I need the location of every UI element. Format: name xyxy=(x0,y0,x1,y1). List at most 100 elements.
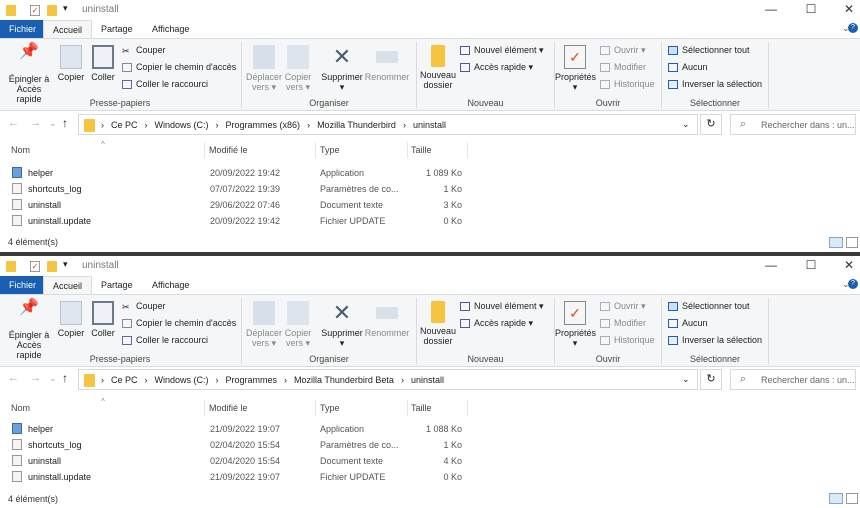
maximize-button[interactable]: ☐ xyxy=(796,258,826,272)
tab-fichier[interactable]: Fichier xyxy=(0,276,46,294)
column-header-modifie[interactable]: Modifié le xyxy=(209,403,248,413)
up-button[interactable]: ↑ xyxy=(62,371,68,385)
invert-selection-button[interactable]: Inverser la sélection xyxy=(668,335,762,346)
column-header-taille[interactable]: Taille xyxy=(411,145,432,155)
column-header-modifie[interactable]: Modifié le xyxy=(209,145,248,155)
quick-access-button[interactable]: Accès rapide ▾ xyxy=(460,62,533,73)
search-input[interactable]: ⌕ Rechercher dans : un... xyxy=(730,114,856,135)
copy-button[interactable]: Copier xyxy=(57,45,85,82)
close-button[interactable]: ✕ xyxy=(834,258,860,272)
modify-button[interactable]: Modifier xyxy=(600,62,646,73)
details-view-button[interactable] xyxy=(829,237,843,248)
large-icons-view-button[interactable] xyxy=(846,493,858,504)
column-header-taille[interactable]: Taille xyxy=(411,403,432,413)
breadcrumb-item[interactable]: Mozilla Thunderbird xyxy=(317,120,396,130)
breadcrumb-item[interactable]: uninstall xyxy=(411,375,444,385)
help-icon[interactable]: ? xyxy=(848,279,858,289)
address-dropdown-icon[interactable]: ⌄ xyxy=(682,119,690,130)
pin-quick-access-button[interactable]: 📌 Épingler à Accès rapide xyxy=(3,44,55,105)
properties-quick-icon[interactable]: ✓ xyxy=(30,5,40,16)
select-none-button[interactable]: Aucun xyxy=(668,318,708,329)
breadcrumb-item[interactable]: Programmes xyxy=(226,375,278,385)
address-bar[interactable]: › Ce PC › Windows (C:) › Programmes › Mozilla T… xyxy=(78,369,698,390)
select-all-button[interactable]: Sélectionner tout xyxy=(668,45,750,56)
help-icon[interactable]: ? xyxy=(848,23,858,33)
paste-button[interactable]: Coller xyxy=(89,301,117,338)
rename-button[interactable]: Renommer xyxy=(364,45,410,82)
minimize-button[interactable]: — xyxy=(756,2,786,16)
breadcrumb-item[interactable]: Ce PC xyxy=(111,375,138,385)
refresh-button[interactable]: ↻ xyxy=(700,114,722,135)
copy-to-button[interactable]: Copier vers ▾ xyxy=(283,45,313,92)
forward-button[interactable]: → xyxy=(30,117,41,129)
details-view-button[interactable] xyxy=(829,493,843,504)
move-to-button[interactable]: Déplacer vers ▾ xyxy=(245,301,283,348)
file-row[interactable]: uninstall.update 21/09/2022 19:07 Fichie… xyxy=(0,469,470,485)
search-input[interactable]: ⌕ Rechercher dans : un... xyxy=(730,369,856,390)
file-row[interactable]: uninstall 02/04/2020 15:54 Document text… xyxy=(0,453,470,469)
column-header-nom[interactable]: Nom xyxy=(11,145,30,155)
select-all-button[interactable]: Sélectionner tout xyxy=(668,301,750,312)
recent-locations-button[interactable]: ⌄ xyxy=(49,118,57,129)
tab-affichage[interactable]: Affichage xyxy=(143,276,198,294)
pin-quick-access-button[interactable]: 📌 Épingler à Accès rapide xyxy=(3,300,55,361)
paste-shortcut-button[interactable]: Coller le raccourci xyxy=(122,79,208,90)
tab-partage[interactable]: Partage xyxy=(92,20,142,38)
close-button[interactable]: ✕ xyxy=(834,2,860,16)
up-button[interactable]: ↑ xyxy=(62,116,68,130)
new-item-button[interactable]: Nouvel élément ▾ xyxy=(460,301,544,312)
refresh-button[interactable]: ↻ xyxy=(700,369,722,390)
column-header-type[interactable]: Type xyxy=(320,403,340,413)
new-folder-quick-icon[interactable] xyxy=(47,5,57,16)
open-button[interactable]: Ouvrir ▾ xyxy=(600,301,646,312)
forward-button[interactable]: → xyxy=(30,372,41,384)
back-button[interactable]: ← xyxy=(8,372,19,384)
maximize-button[interactable]: ☐ xyxy=(796,2,826,16)
breadcrumb-item[interactable]: Ce PC xyxy=(111,120,138,130)
address-dropdown-icon[interactable]: ⌄ xyxy=(682,374,690,385)
address-bar[interactable]: › Ce PC › Windows (C:) › Programmes (x86) › Moz… xyxy=(78,114,698,135)
file-row[interactable]: shortcuts_log 07/07/2022 19:39 Paramètre… xyxy=(0,181,470,197)
breadcrumb-item[interactable]: uninstall xyxy=(413,120,446,130)
tab-accueil[interactable]: Accueil xyxy=(43,276,93,294)
file-row[interactable]: helper 20/09/2022 19:42 Application 1 08… xyxy=(0,165,470,181)
customize-toolbar-icon[interactable]: ▾ xyxy=(63,259,68,270)
new-folder-button[interactable]: Nouveau dossier xyxy=(418,301,458,346)
copy-button[interactable]: Copier xyxy=(57,301,85,338)
file-row[interactable]: uninstall.update 20/09/2022 19:42 Fichie… xyxy=(0,213,470,229)
copy-to-button[interactable]: Copier vers ▾ xyxy=(283,301,313,348)
copy-path-button[interactable]: Copier le chemin d'accès xyxy=(122,62,236,73)
delete-button[interactable]: ✕ Supprimer ▾ xyxy=(320,45,364,93)
minimize-button[interactable]: — xyxy=(756,258,786,272)
move-to-button[interactable]: Déplacer vers ▾ xyxy=(245,45,283,92)
delete-button[interactable]: ✕ Supprimer ▾ xyxy=(320,301,364,349)
paste-button[interactable]: Coller xyxy=(89,45,117,82)
paste-shortcut-button[interactable]: Coller le raccourci xyxy=(122,335,208,346)
breadcrumb-item[interactable]: Windows (C:) xyxy=(155,375,209,385)
tab-accueil[interactable]: Accueil xyxy=(43,20,93,38)
breadcrumb-item[interactable]: Mozilla Thunderbird Beta xyxy=(294,375,394,385)
column-header-type[interactable]: Type xyxy=(320,145,340,155)
breadcrumb-item[interactable]: Windows (C:) xyxy=(155,120,209,130)
open-button[interactable]: Ouvrir ▾ xyxy=(600,45,646,56)
cut-button[interactable]: ✂ Couper xyxy=(122,45,166,56)
file-row[interactable]: uninstall 29/06/2022 07:46 Document text… xyxy=(0,197,470,213)
tab-partage[interactable]: Partage xyxy=(92,276,142,294)
new-folder-button[interactable]: Nouveau dossier xyxy=(418,45,458,90)
file-row[interactable]: shortcuts_log 02/04/2020 15:54 Paramètre… xyxy=(0,437,470,453)
history-button[interactable]: Historique xyxy=(600,79,655,90)
properties-quick-icon[interactable]: ✓ xyxy=(30,261,40,272)
cut-button[interactable]: ✂ Couper xyxy=(122,301,166,312)
quick-access-button[interactable]: Accès rapide ▾ xyxy=(460,318,533,329)
breadcrumb-item[interactable]: Programmes (x86) xyxy=(226,120,301,130)
modify-button[interactable]: Modifier xyxy=(600,318,646,329)
copy-path-button[interactable]: Copier le chemin d'accès xyxy=(122,318,236,329)
select-none-button[interactable]: Aucun xyxy=(668,62,708,73)
recent-locations-button[interactable]: ⌄ xyxy=(49,373,57,384)
column-header-nom[interactable]: Nom xyxy=(11,403,30,413)
file-row[interactable]: helper 21/09/2022 19:07 Application 1 08… xyxy=(0,421,470,437)
customize-toolbar-icon[interactable]: ▾ xyxy=(63,3,68,14)
large-icons-view-button[interactable] xyxy=(846,237,858,248)
tab-affichage[interactable]: Affichage xyxy=(143,20,198,38)
properties-button[interactable]: ✓ Propriétés ▾ xyxy=(555,45,596,92)
